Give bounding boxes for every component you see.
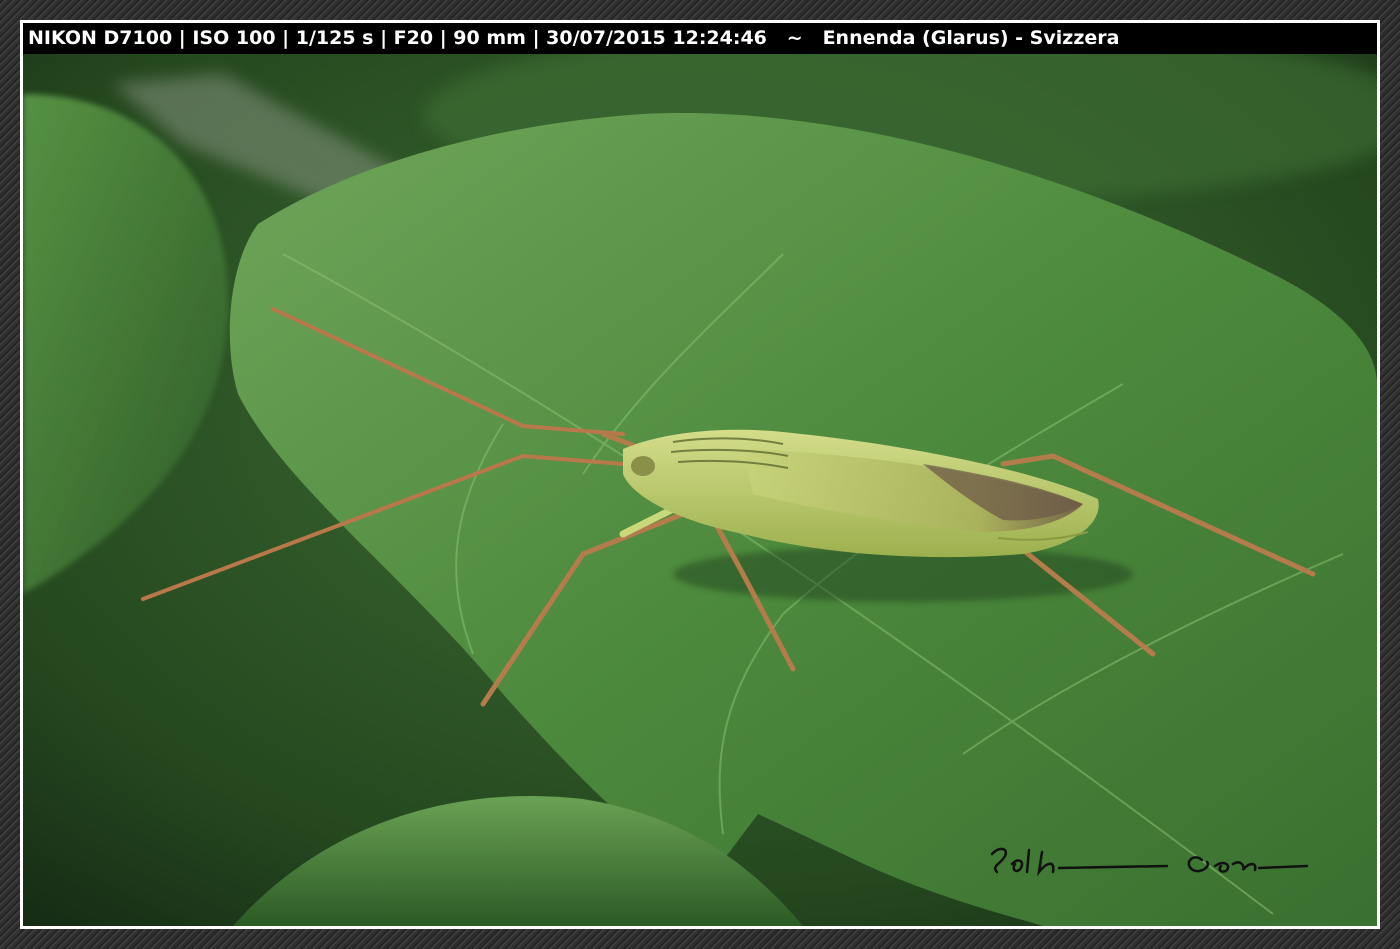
handwritten-signature-icon [990, 847, 1309, 877]
exif-separator: ~ [786, 27, 803, 49]
bug-eye [631, 456, 655, 476]
exif-shutter: 1/125 s [295, 27, 374, 49]
exif-datetime: 30/07/2015 12:24:46 [546, 27, 767, 49]
exif-camera: NIKON D7100 [28, 27, 173, 49]
exif-iso: ISO 100 [192, 27, 276, 49]
exif-caption-bar: NIKON D7100 | ISO 100 | 1/125 s | F20 | … [23, 23, 1377, 54]
photo-frame: NIKON D7100 | ISO 100 | 1/125 s | F20 | … [0, 0, 1400, 949]
macro-photo [23, 54, 1377, 926]
exif-focal-length: 90 mm [453, 27, 526, 49]
photographer-signature [987, 842, 1317, 886]
exif-aperture: F20 [393, 27, 434, 49]
photo-panel: NIKON D7100 | ISO 100 | 1/125 s | F20 | … [20, 20, 1380, 929]
photo-illustration [23, 54, 1377, 926]
exif-location: Ennenda (Glarus) - Svizzera [822, 27, 1120, 49]
